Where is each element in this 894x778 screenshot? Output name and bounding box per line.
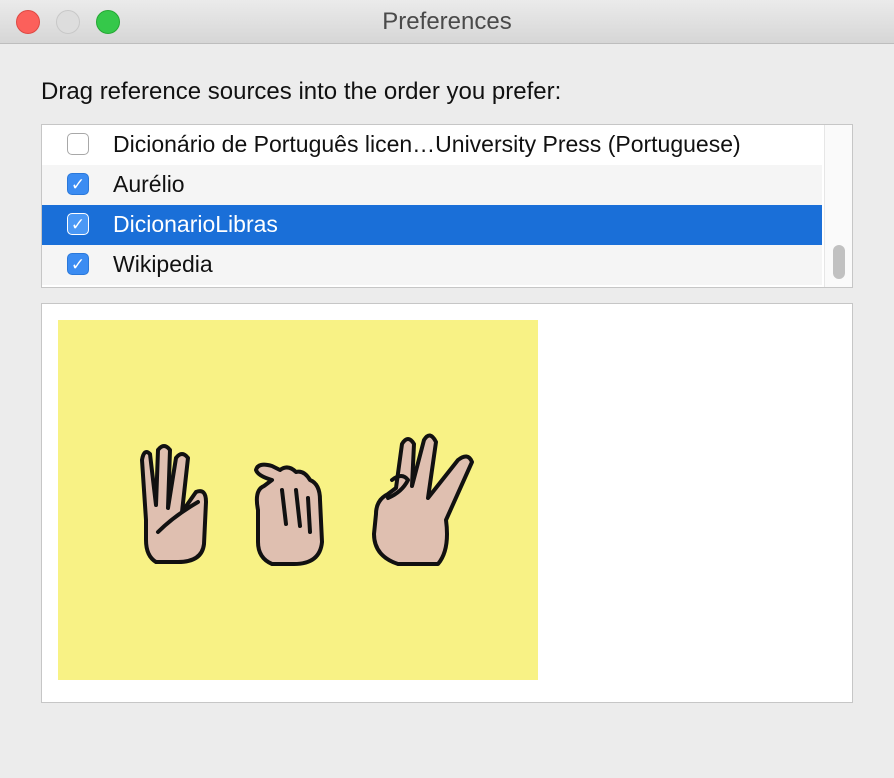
preferences-window: Preferences Drag reference sources into … <box>0 0 894 778</box>
source-checkbox[interactable]: ✓ <box>67 173 89 195</box>
libras-sign-image <box>58 320 538 680</box>
list-item[interactable]: ✓ Wikipedia <box>42 245 822 285</box>
reference-sources-list[interactable]: Dicionário de Português licen…University… <box>41 124 853 288</box>
title-bar[interactable]: Preferences <box>0 0 894 44</box>
hand-signs-illustration <box>140 433 474 566</box>
hand-sign-f-icon <box>372 433 474 566</box>
scroll-thumb[interactable] <box>833 245 845 279</box>
instruction-label: Drag reference sources into the order yo… <box>41 78 562 105</box>
list-scrollbar[interactable] <box>824 125 852 287</box>
hand-sign-w-icon <box>140 444 208 564</box>
source-checkbox[interactable]: ✓ <box>67 253 89 275</box>
source-checkbox[interactable] <box>67 133 89 155</box>
source-label: Dicionário de Português licen…University… <box>113 131 741 157</box>
hand-sign-s-icon <box>254 462 324 566</box>
source-checkbox[interactable]: ✓ <box>67 213 89 235</box>
list-item[interactable]: ✓ DicionarioLibras <box>42 205 822 245</box>
source-label: DicionarioLibras <box>113 211 278 237</box>
window-title: Preferences <box>382 8 512 35</box>
list-item[interactable]: ✓ Aurélio <box>42 165 822 205</box>
source-label: Aurélio <box>113 171 185 197</box>
list-item[interactable]: Dicionário de Português licen…University… <box>42 125 822 165</box>
preview-panel <box>41 303 853 703</box>
source-label: Wikipedia <box>113 251 213 277</box>
